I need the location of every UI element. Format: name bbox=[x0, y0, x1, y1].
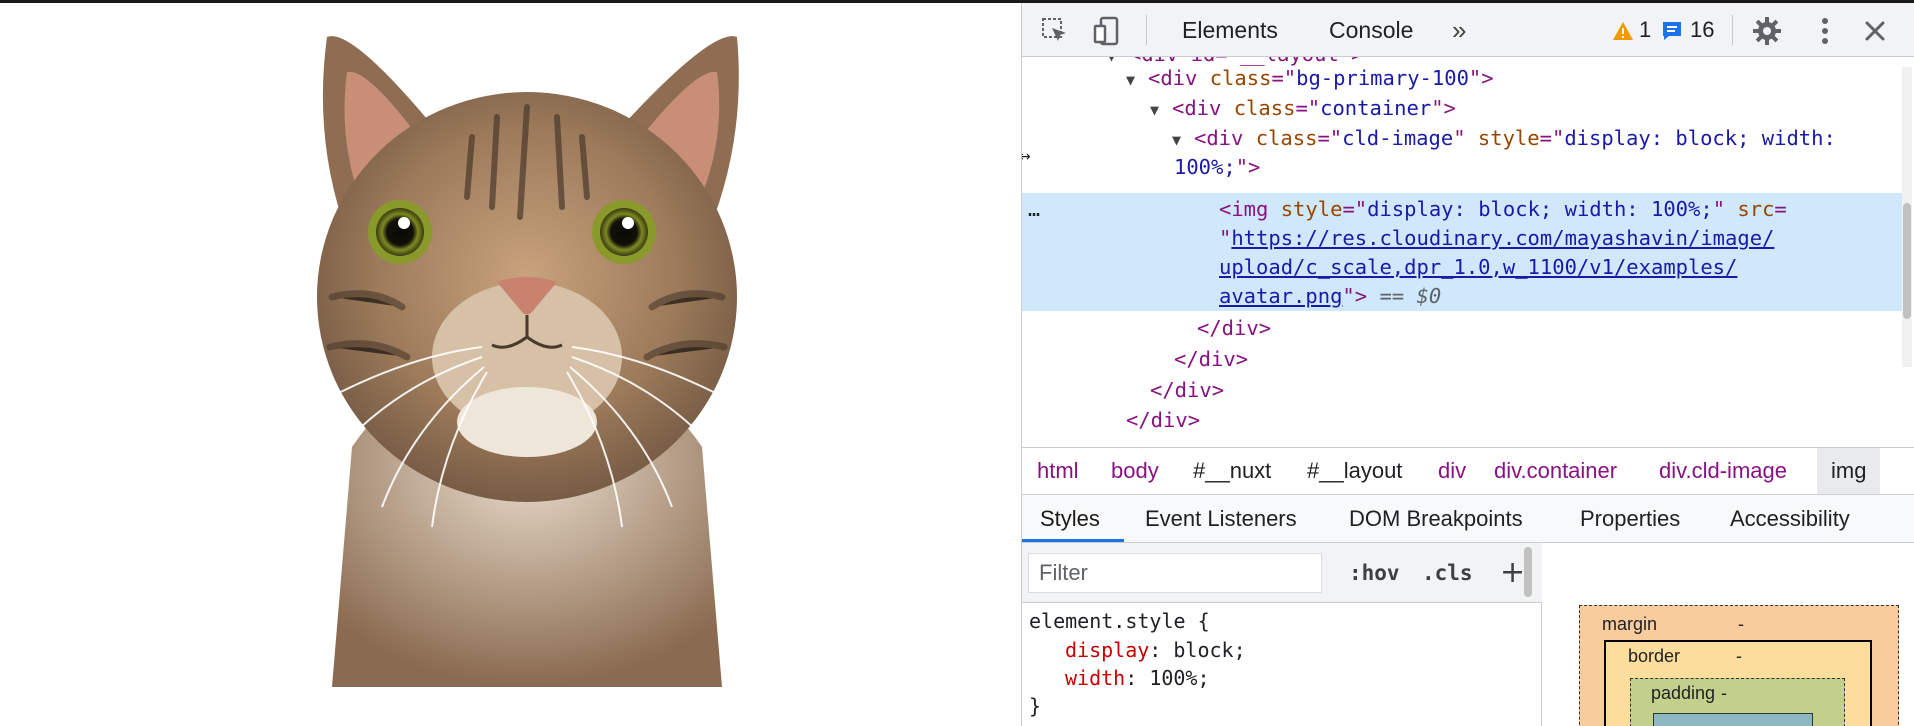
warning-icon[interactable] bbox=[1612, 16, 1634, 46]
box-model-padding[interactable]: padding - bbox=[1630, 678, 1845, 726]
class-toggle[interactable]: .cls bbox=[1422, 553, 1473, 593]
styles-subtabs: Styles Event Listeners DOM Breakpoints P… bbox=[1022, 495, 1914, 543]
tab-elements[interactable]: Elements bbox=[1182, 3, 1278, 57]
element-style-selector[interactable]: element.style { bbox=[1029, 607, 1210, 635]
image-src-link[interactable]: upload/c_scale,dpr_1.0,w_1100/v1/example… bbox=[1219, 255, 1737, 279]
tab-accessibility[interactable]: Accessibility bbox=[1730, 495, 1850, 542]
breadcrumb-html[interactable]: html bbox=[1037, 448, 1079, 494]
dom-line-img-src1[interactable]: "https://res.cloudinary.com/mayashavin/i… bbox=[1022, 223, 1902, 253]
dom-line-img-src3[interactable]: avatar.png"> == $0 bbox=[1022, 281, 1902, 311]
device-toolbar-icon[interactable] bbox=[1092, 16, 1122, 46]
collapse-triangle-icon[interactable]: ▼ bbox=[1150, 95, 1172, 125]
dom-scrollbar-thumb[interactable] bbox=[1903, 203, 1911, 319]
padding-value[interactable]: - bbox=[1721, 683, 1727, 704]
styles-filter-input[interactable]: Filter bbox=[1028, 553, 1322, 593]
inspect-element-icon[interactable] bbox=[1040, 16, 1070, 46]
toolbar-separator bbox=[1732, 15, 1733, 45]
element-style-close: } bbox=[1029, 694, 1042, 718]
more-tabs-button[interactable]: » bbox=[1452, 3, 1466, 57]
add-style-rule-button[interactable]: + bbox=[1500, 553, 1525, 593]
breadcrumb-div-cld-image[interactable]: div.cld-image bbox=[1659, 448, 1787, 494]
cat-avatar-image bbox=[311, 36, 743, 687]
tab-styles[interactable]: Styles bbox=[1040, 495, 1100, 542]
close-icon[interactable] bbox=[1860, 16, 1890, 46]
messages-icon[interactable] bbox=[1660, 16, 1684, 46]
breadcrumb-div-container[interactable]: div.container bbox=[1494, 448, 1617, 494]
tab-properties[interactable]: Properties bbox=[1580, 495, 1680, 542]
devtools-panel: ↔ Elements Console » 1 bbox=[1021, 3, 1914, 726]
dom-line-close[interactable]: </div> bbox=[1022, 405, 1902, 435]
image-src-link[interactable]: https://res.cloudinary.com/mayashavin/im… bbox=[1231, 226, 1774, 250]
collapse-triangle-icon[interactable]: ▼ bbox=[1126, 65, 1148, 95]
dom-line-close[interactable]: </div> bbox=[1022, 375, 1902, 405]
dom-line-close[interactable]: </div> bbox=[1022, 313, 1902, 343]
dom-line-close[interactable]: </div> bbox=[1022, 344, 1902, 374]
padding-label: padding bbox=[1651, 683, 1716, 703]
dom-line-bg-primary[interactable]: ▼ <div class="bg-primary-100"> bbox=[1022, 63, 1902, 93]
tab-event-listeners[interactable]: Event Listeners bbox=[1145, 495, 1297, 542]
warnings-count[interactable]: 1 bbox=[1639, 3, 1651, 57]
page-viewport bbox=[0, 3, 1021, 726]
dom-line-cld-image-cont[interactable]: 100%;"> bbox=[1022, 152, 1902, 182]
styles-scrollbar[interactable] bbox=[1524, 547, 1532, 597]
box-model-border[interactable]: border - padding - bbox=[1604, 640, 1872, 726]
border-label: border bbox=[1628, 646, 1681, 666]
dom-line-img-selected[interactable]: <img style="display: block; width: 100%;… bbox=[1022, 194, 1902, 224]
more-options-icon[interactable] bbox=[1810, 16, 1840, 46]
breadcrumb-div[interactable]: div bbox=[1438, 448, 1466, 494]
box-model-margin[interactable]: margin - border - padding - bbox=[1579, 605, 1899, 726]
border-value[interactable]: - bbox=[1736, 646, 1742, 667]
devtools-toolbar: Elements Console » 1 16 bbox=[1022, 3, 1914, 57]
toolbar-separator bbox=[1146, 15, 1147, 45]
breadcrumb-body[interactable]: body bbox=[1111, 448, 1159, 494]
dom-scrollbar[interactable] bbox=[1902, 67, 1912, 367]
styles-pane: Filter :hov .cls + element.style { displ… bbox=[1022, 543, 1542, 726]
tab-console[interactable]: Console bbox=[1329, 3, 1413, 57]
collapse-triangle-icon[interactable]: ▼ bbox=[1172, 125, 1194, 155]
breadcrumb-img[interactable]: img bbox=[1817, 448, 1881, 494]
messages-count[interactable]: 16 bbox=[1690, 3, 1714, 57]
dom-line-container[interactable]: ▼ <div class="container"> bbox=[1022, 93, 1902, 123]
breadcrumb: html body #__nuxt #__layout div div.cont… bbox=[1022, 447, 1914, 495]
dom-line-cld-image[interactable]: ▼ <div class="cld-image" style="display: … bbox=[1022, 123, 1902, 153]
tab-dom-breakpoints[interactable]: DOM Breakpoints bbox=[1349, 495, 1523, 542]
breadcrumb-nuxt[interactable]: #__nuxt bbox=[1193, 448, 1271, 494]
image-src-link[interactable]: avatar.png bbox=[1219, 284, 1342, 308]
box-model-pane: margin - border - padding - bbox=[1542, 543, 1914, 726]
settings-gear-icon[interactable] bbox=[1752, 16, 1782, 46]
margin-value[interactable]: - bbox=[1738, 614, 1744, 635]
hover-state-toggle[interactable]: :hov bbox=[1349, 553, 1400, 593]
breadcrumb-layout[interactable]: #__layout bbox=[1307, 448, 1402, 494]
box-model-content[interactable] bbox=[1653, 713, 1813, 726]
style-rule-display[interactable]: display: block; bbox=[1029, 636, 1246, 664]
style-rule-width[interactable]: width: 100%; bbox=[1029, 664, 1210, 692]
dom-tree: … ▼<div id="__layout"> ▼<div class="bg-p… bbox=[1022, 57, 1914, 447]
dom-line-img-src2[interactable]: upload/c_scale,dpr_1.0,w_1100/v1/example… bbox=[1022, 252, 1902, 282]
margin-label: margin bbox=[1602, 614, 1658, 634]
